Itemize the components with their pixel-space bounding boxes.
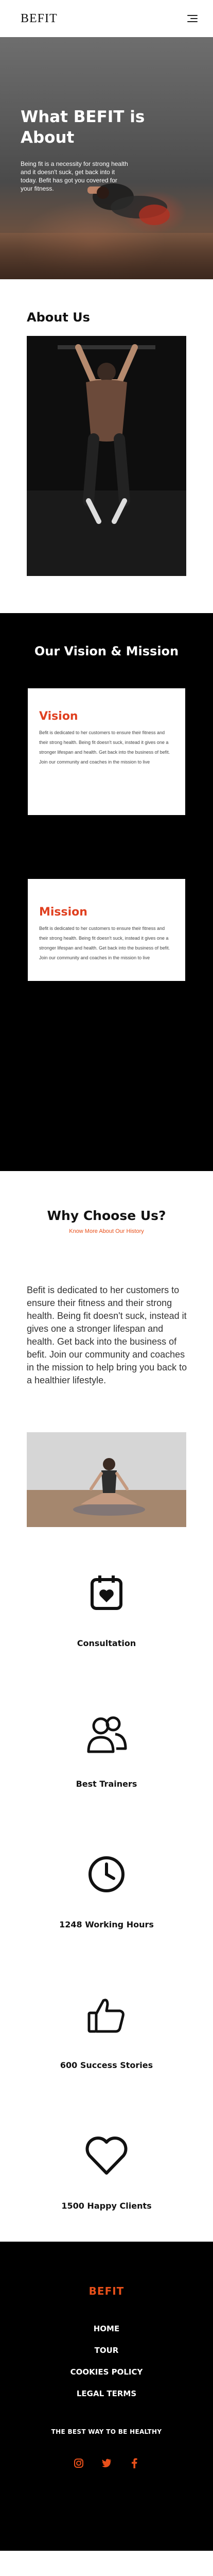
thumbs-up-icon bbox=[82, 1990, 131, 2040]
heart-icon bbox=[82, 2131, 131, 2180]
footer-nav-cookies[interactable]: COOKIES POLICY bbox=[0, 2367, 213, 2377]
feature-consultation: Consultation bbox=[0, 1568, 213, 1648]
vision-text: Befit is dedicated to her customers to e… bbox=[39, 730, 170, 765]
feature-label: 1248 Working Hours bbox=[59, 1920, 154, 1929]
users-icon bbox=[82, 1709, 131, 1758]
about-section: About Us bbox=[0, 279, 213, 613]
vision-card: Vision Befit is dedicated to her custome… bbox=[28, 688, 185, 815]
about-photo bbox=[27, 336, 186, 576]
footer-logo[interactable]: BEFIT bbox=[0, 2285, 213, 2297]
feature-label: 1500 Happy Clients bbox=[61, 2201, 152, 2211]
feature-hours: 1248 Working Hours bbox=[0, 1850, 213, 1929]
vision-mission-title: Our Vision & Mission bbox=[34, 644, 179, 658]
footer-nav-tour[interactable]: TOUR bbox=[0, 2346, 213, 2355]
mission-title: Mission bbox=[39, 906, 87, 919]
vision-mission-section: Our Vision & Mission Vision Befit is ded… bbox=[0, 613, 213, 1171]
about-title: About Us bbox=[27, 310, 90, 325]
why-title: Why Choose Us? bbox=[47, 1208, 166, 1223]
hero-floor bbox=[0, 233, 213, 279]
hero-title: What BEFIT is About bbox=[21, 108, 145, 147]
features-section: Consultation Best Trainers 1248 Working … bbox=[0, 1527, 213, 2242]
why-text: Befit is dedicated to her customers to e… bbox=[27, 1285, 187, 1385]
facebook-icon[interactable] bbox=[128, 2457, 140, 2469]
history-link[interactable]: Know More About Our History bbox=[0, 1228, 213, 1234]
feature-clients: 1500 Happy Clients bbox=[0, 2131, 213, 2211]
clock-icon bbox=[82, 1850, 131, 1899]
social-links bbox=[0, 2457, 213, 2469]
mission-text: Befit is dedicated to her customers to e… bbox=[39, 926, 170, 960]
instagram-icon[interactable] bbox=[73, 2457, 85, 2469]
hero-section: What BEFIT is About Being fit is a neces… bbox=[0, 37, 213, 279]
vision-title: Vision bbox=[39, 710, 78, 723]
hero-text: Being fit is a necessity for strong heal… bbox=[21, 160, 128, 192]
feature-trainers: Best Trainers bbox=[0, 1709, 213, 1789]
site-logo[interactable]: BEFIT bbox=[21, 12, 58, 26]
feature-label: Consultation bbox=[77, 1638, 136, 1648]
yoga-photo bbox=[27, 1432, 186, 1527]
feature-stories: 600 Success Stories bbox=[0, 1990, 213, 2070]
calendar-heart-icon bbox=[82, 1568, 131, 1618]
feature-label: 600 Success Stories bbox=[60, 2060, 153, 2070]
twitter-icon[interactable] bbox=[100, 2457, 113, 2469]
site-footer: BEFIT HOME TOUR COOKIES POLICY LEGAL TER… bbox=[0, 2242, 213, 2551]
footer-nav: HOME TOUR COOKIES POLICY LEGAL TERMS bbox=[0, 2324, 213, 2398]
footer-tagline: THE BEST WAY TO BE HEALTHY bbox=[51, 2428, 162, 2435]
hamburger-menu-icon[interactable] bbox=[187, 15, 198, 22]
site-header: BEFIT bbox=[0, 0, 213, 37]
why-section: Why Choose Us? Know More About Our Histo… bbox=[0, 1171, 213, 1527]
mission-card: Mission Befit is dedicated to her custom… bbox=[28, 879, 185, 981]
footer-nav-legal[interactable]: LEGAL TERMS bbox=[0, 2389, 213, 2398]
footer-nav-home[interactable]: HOME bbox=[0, 2324, 213, 2333]
feature-label: Best Trainers bbox=[76, 1779, 137, 1789]
